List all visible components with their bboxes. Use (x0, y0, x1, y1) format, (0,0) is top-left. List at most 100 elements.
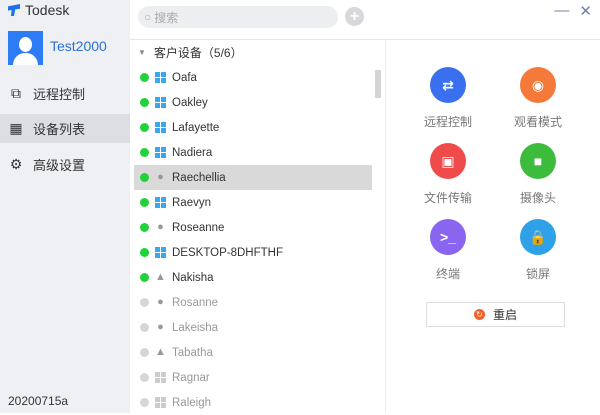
device-row[interactable]: ▲ Nakisha (134, 265, 372, 290)
scrollbar[interactable] (375, 70, 381, 98)
status-dot (140, 398, 149, 407)
status-dot (140, 248, 149, 257)
device-name: Raleigh (172, 396, 211, 409)
status-dot (140, 98, 149, 107)
apple-icon: ● (157, 221, 164, 233)
search-icon: ○ (144, 10, 152, 24)
username: Test2000 (50, 38, 107, 54)
device-row[interactable]: Nadiera (134, 140, 372, 165)
action-label: 摄像头 (519, 191, 556, 205)
view-mode-action[interactable]: ◉ 观看模式 (498, 67, 578, 130)
status-dot (140, 348, 149, 357)
device-name: Raechellia (172, 171, 226, 184)
device-name: Raevyn (172, 196, 211, 209)
add-device-button[interactable]: + (345, 7, 364, 26)
status-dot (140, 273, 149, 282)
action-label: 终端 (435, 267, 460, 281)
file-transfer-action[interactable]: ▣ 文件传输 (408, 143, 488, 206)
sidebar: Todesk Test2000 ⧉ 远程控制 ▦ 设备列表 ⚙ 高级设置 202007… (0, 0, 130, 413)
remote-control-action[interactable]: ⇄ 远程控制 (408, 67, 488, 130)
device-name: Nadiera (172, 146, 213, 159)
device-name: Tabatha (172, 346, 213, 359)
apple-icon: ● (157, 296, 164, 308)
device-name: Roseanne (172, 221, 225, 234)
apple-icon: ● (157, 171, 164, 183)
status-dot (140, 173, 149, 182)
windows-icon (155, 397, 166, 408)
device-row[interactable]: Ragnar (134, 365, 372, 390)
terminal-action[interactable]: >_ 终端 (408, 219, 488, 282)
view-mode-icon: ◉ (520, 67, 556, 103)
device-name: Lakeisha (172, 321, 219, 334)
windows-icon (155, 247, 166, 258)
device-row[interactable]: Raleigh (134, 390, 372, 415)
device-name: Oafa (172, 71, 197, 84)
linux-icon: ▲ (155, 271, 166, 283)
restart-icon: ↻ (473, 309, 485, 320)
restart-label: 重启 (492, 308, 517, 322)
action-label: 锁屏 (525, 267, 550, 281)
remote-control-icon: ⇄ (430, 67, 466, 103)
status-dot (140, 148, 149, 157)
lock-screen-icon: 🔒 (520, 219, 556, 255)
status-dot (140, 373, 149, 382)
device-row[interactable]: Oafa (134, 65, 372, 90)
apple-icon: ● (157, 321, 164, 333)
minimize-button[interactable]: — (554, 2, 569, 20)
windows-icon (155, 197, 166, 208)
device-name: Lafayette (172, 121, 220, 134)
file-transfer-icon: ▣ (430, 143, 466, 179)
action-label: 文件传输 (423, 191, 472, 205)
sidebar-item-advanced-settings[interactable]: ⚙ 高级设置 (0, 150, 130, 179)
camera-icon: ■ (520, 143, 556, 179)
device-name: Ragnar (172, 371, 210, 384)
status-dot (140, 123, 149, 132)
sidebar-item-device-list[interactable]: ▦ 设备列表 (0, 114, 130, 143)
device-row[interactable]: Raevyn (134, 190, 372, 215)
restart-button[interactable]: ↻ 重启 (426, 302, 565, 327)
device-row[interactable]: ● Raechellia (134, 165, 372, 190)
nav-label: 远程控制 (33, 87, 86, 102)
remote-screen-icon: ⧉ (11, 85, 21, 101)
device-row[interactable]: DESKTOP-8DHFTHF (134, 240, 372, 265)
windows-icon (155, 97, 166, 108)
gear-icon: ⚙ (9, 156, 23, 172)
app-title: Todesk (25, 2, 70, 18)
status-dot (140, 73, 149, 82)
device-row[interactable]: Lafayette (134, 115, 372, 140)
device-name: Nakisha (172, 271, 214, 284)
device-row[interactable]: ● Rosanne (134, 290, 372, 315)
action-label: 观看模式 (513, 115, 562, 129)
search-input[interactable]: ○ 搜索 (138, 6, 338, 28)
terminal-icon: >_ (430, 219, 466, 255)
lock-screen-action[interactable]: 🔒 锁屏 (498, 219, 578, 282)
device-name: Rosanne (172, 296, 219, 309)
status-dot (140, 323, 149, 332)
close-button[interactable]: ✕ (579, 2, 592, 20)
action-panel: ⇄ 远程控制 ◉ 观看模式 ▣ 文件传输 ■ 摄像头 >_ 终端 🔒 锁屏 ↻ 重启 (385, 40, 600, 413)
device-group-header[interactable]: ▼ 客户设备（5/6） (138, 44, 243, 61)
grid-icon: ▦ (9, 120, 23, 136)
camera-action[interactable]: ■ 摄像头 (498, 143, 578, 206)
device-row[interactable]: Oakley (134, 90, 372, 115)
version-label: 20200715a (8, 394, 69, 408)
nav-label: 高级设置 (33, 158, 86, 173)
sidebar-item-remote-control[interactable]: ⧉ 远程控制 (0, 79, 130, 108)
windows-icon (155, 147, 166, 158)
avatar[interactable] (8, 31, 43, 65)
status-dot (140, 223, 149, 232)
group-label: 客户设备（5/6） (153, 46, 243, 60)
device-name: Oakley (172, 96, 208, 109)
device-row[interactable]: ● Roseanne (134, 215, 372, 240)
device-row[interactable]: ▲ Tabatha (134, 340, 372, 365)
chevron-down-icon: ▼ (138, 48, 146, 57)
windows-icon (155, 72, 166, 83)
app-logo: Todesk (8, 2, 69, 18)
status-dot (140, 298, 149, 307)
windows-icon (155, 122, 166, 133)
todesk-logo-icon (8, 4, 20, 16)
linux-icon: ▲ (155, 346, 166, 358)
action-label: 远程控制 (423, 115, 472, 129)
device-name: DESKTOP-8DHFTHF (172, 246, 283, 259)
device-row[interactable]: ● Lakeisha (134, 315, 372, 340)
